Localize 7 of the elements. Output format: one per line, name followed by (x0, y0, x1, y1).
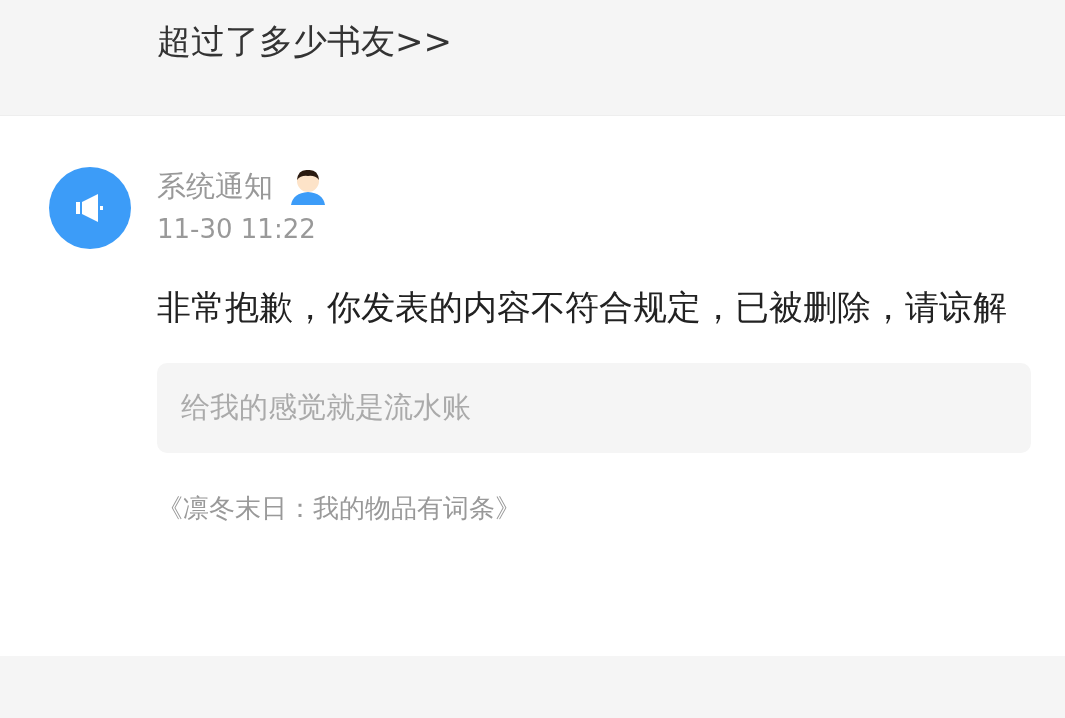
quoted-comment: 给我的感觉就是流水账 (181, 389, 471, 427)
person-icon (289, 167, 327, 207)
notification-message: 非常抱歉，你发表的内容不符合规定，已被删除，请谅解 (157, 286, 1008, 329)
book-title: 《凛冬末日：我的物品有词条》 (157, 492, 522, 525)
timestamp: 11-30 11:22 (157, 213, 317, 246)
sender-name: 系统通知 (157, 168, 273, 206)
more-link[interactable]: 超过了多少书友>> (157, 21, 452, 61)
